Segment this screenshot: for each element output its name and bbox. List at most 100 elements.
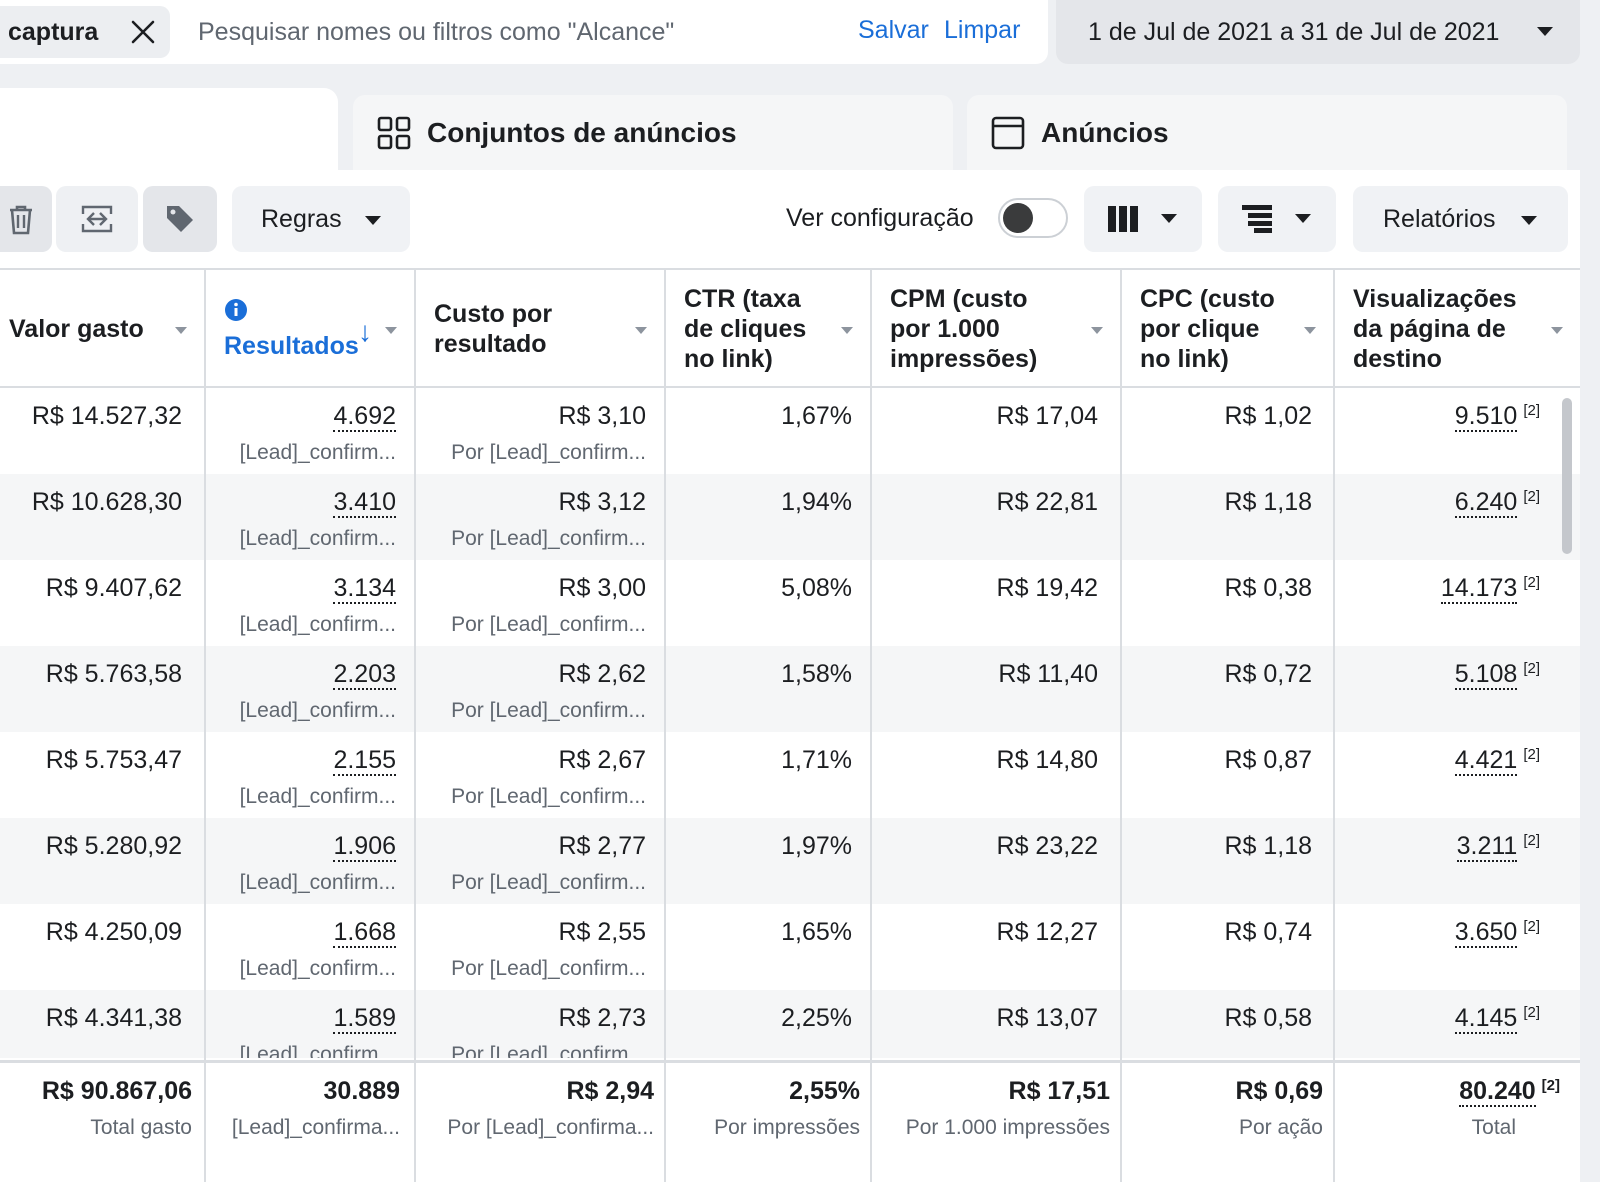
table-row[interactable]: R$ 5.763,58 2.203 [Lead]_confirm... R$ 2,62… bbox=[0, 646, 1580, 732]
tag-button[interactable] bbox=[143, 186, 217, 252]
cell-results-sublabel: [Lead]_confirm... bbox=[239, 871, 396, 894]
cell-results-value[interactable]: 1.589 bbox=[333, 1004, 396, 1034]
column-divider bbox=[1120, 1063, 1122, 1182]
cell-cost-per-result-sublabel: Por [Lead]_confirm... bbox=[451, 1043, 646, 1058]
column-header-results[interactable]: Resultados bbox=[206, 270, 416, 388]
cell-results-value[interactable]: 3.410 bbox=[333, 488, 396, 518]
cell-spent-value: R$ 14.527,32 bbox=[31, 402, 182, 430]
cell-ctr-value: 1,94% bbox=[781, 488, 852, 516]
footnote-marker: [2] bbox=[1523, 1004, 1540, 1021]
cell-spent-value: R$ 4.250,09 bbox=[45, 918, 182, 946]
cell-cpm: R$ 19,42 bbox=[997, 574, 1098, 603]
breakdown-icon bbox=[1242, 205, 1272, 233]
cell-landing-views-value[interactable]: 5.108 bbox=[1454, 660, 1518, 690]
reports-dropdown[interactable]: Relatórios bbox=[1353, 186, 1568, 252]
cell-landing-views-value[interactable]: 3.211 bbox=[1456, 832, 1518, 862]
cell-cpm: R$ 13,07 bbox=[997, 1004, 1098, 1033]
column-divider bbox=[1333, 1063, 1335, 1182]
table-row[interactable]: R$ 10.628,30 3.410 [Lead]_confirm... R$ 3,1… bbox=[0, 474, 1580, 560]
filter-chip[interactable]: captura bbox=[0, 6, 170, 58]
column-header-ctr[interactable]: CTR (taxa de cliques no link) bbox=[666, 270, 872, 388]
cell-cpc-value: R$ 0,38 bbox=[1224, 574, 1312, 602]
save-filter-button[interactable]: Salvar bbox=[858, 16, 929, 45]
cell-ctr: 1,97% bbox=[781, 832, 852, 861]
column-header-label: Resultados bbox=[224, 332, 359, 360]
cell-landing-views-value[interactable]: 9.510 bbox=[1454, 402, 1518, 432]
table-row[interactable]: R$ 4.341,38 1.589 [Lead]_confirm... R$ 2,73… bbox=[0, 990, 1580, 1058]
column-divider bbox=[414, 268, 416, 1168]
clear-filter-button[interactable]: Limpar bbox=[944, 16, 1020, 45]
tab-ads-label: Anúncios bbox=[1041, 116, 1169, 148]
chevron-down-icon bbox=[1161, 214, 1177, 223]
cell-cpc-value: R$ 0,87 bbox=[1224, 746, 1312, 774]
cell-spent-value: R$ 5.753,47 bbox=[45, 746, 182, 774]
info-icon[interactable] bbox=[224, 298, 248, 322]
total-spent-label: Total gasto bbox=[90, 1116, 192, 1139]
cell-results-value[interactable]: 1.668 bbox=[333, 918, 396, 948]
column-header-cpc[interactable]: CPC (custo por clique no link) bbox=[1122, 270, 1335, 388]
tab-adsets-label: Conjuntos de anúncios bbox=[427, 116, 737, 148]
cell-spent: R$ 4.341,38 bbox=[46, 1004, 182, 1033]
cell-cost-per-result-value: R$ 2,62 bbox=[558, 660, 646, 688]
cell-results: 1.668 [Lead]_confirm... bbox=[240, 918, 396, 981]
toggle-knob bbox=[1003, 203, 1033, 233]
date-range-picker[interactable]: 1 de Jul de 2021 a 31 de Jul de 2021 bbox=[1056, 0, 1580, 64]
table-row[interactable]: R$ 9.407,62 3.134 [Lead]_confirm... R$ 3,00… bbox=[0, 560, 1580, 646]
breakdown-button[interactable] bbox=[1218, 186, 1336, 252]
sort-descending-icon: ↓ bbox=[358, 316, 372, 347]
columns-button[interactable] bbox=[1084, 186, 1202, 252]
cell-spent: R$ 5.280,92 bbox=[46, 832, 182, 861]
table-row[interactable]: R$ 4.250,09 1.668 [Lead]_confirm... R$ 2,55… bbox=[0, 904, 1580, 990]
cell-cost-per-result: R$ 2,73 Por [Lead]_confirm... bbox=[451, 1004, 646, 1058]
delete-button[interactable] bbox=[0, 186, 52, 252]
table-row[interactable]: R$ 5.280,92 1.906 [Lead]_confirm... R$ 2,77… bbox=[0, 818, 1580, 904]
chevron-down-icon bbox=[1304, 327, 1316, 334]
cell-cpc: R$ 1,18 bbox=[1224, 488, 1312, 517]
cell-landing-views-value[interactable]: 4.421 bbox=[1454, 746, 1518, 776]
total-cpm-value: R$ 17,51 bbox=[1008, 1077, 1110, 1105]
duplicate-button[interactable] bbox=[56, 186, 138, 252]
footnote-marker: [2] bbox=[1523, 660, 1540, 677]
chevron-down-icon bbox=[175, 327, 187, 334]
cell-landing-views-value[interactable]: 6.240 bbox=[1454, 488, 1518, 518]
tab-ads[interactable]: Anúncios bbox=[967, 95, 1567, 170]
table-row[interactable]: R$ 14.527,32 4.692 [Lead]_confirm... R$ 3,1… bbox=[0, 388, 1580, 474]
cell-landing-views: 3.211 [2] bbox=[1456, 832, 1540, 862]
cell-landing-views-value[interactable]: 14.173 bbox=[1440, 574, 1518, 604]
search-bar: captura Salvar Limpar bbox=[0, 0, 1048, 64]
cell-results-value[interactable]: 4.692 bbox=[333, 402, 396, 432]
tab-adsets[interactable]: Conjuntos de anúncios bbox=[353, 95, 953, 170]
cell-results-value[interactable]: 1.906 bbox=[333, 832, 396, 862]
cell-ctr-value: 1,67% bbox=[781, 402, 852, 430]
column-header-spent[interactable]: Valor gasto bbox=[0, 270, 206, 388]
table-row[interactable]: R$ 5.753,47 2.155 [Lead]_confirm... R$ 2,67… bbox=[0, 732, 1580, 818]
cell-results-value[interactable]: 2.203 bbox=[333, 660, 396, 690]
chevron-down-icon bbox=[1537, 27, 1553, 36]
cell-landing-views-value[interactable]: 4.145 bbox=[1454, 1004, 1518, 1034]
total-cpr-value: R$ 2,94 bbox=[566, 1077, 654, 1105]
cell-cpc-value: R$ 1,18 bbox=[1224, 488, 1312, 516]
column-header-cpm[interactable]: CPM (custo por 1.000 impressões) bbox=[872, 270, 1122, 388]
cell-results-value[interactable]: 2.155 bbox=[333, 746, 396, 776]
cell-results-value[interactable]: 3.134 bbox=[333, 574, 396, 604]
rules-dropdown[interactable]: Regras bbox=[232, 186, 410, 252]
cell-spent: R$ 5.753,47 bbox=[46, 746, 182, 775]
view-config-toggle[interactable] bbox=[998, 198, 1068, 238]
cell-landing-views-value[interactable]: 3.650 bbox=[1454, 918, 1518, 948]
cell-results-sublabel: [Lead]_confirm... bbox=[239, 785, 396, 808]
column-header-cost-per-result[interactable]: Custo por resultado bbox=[416, 270, 666, 388]
search-input[interactable] bbox=[198, 12, 818, 52]
column-header-landing-views[interactable]: Visualizações da página de destino bbox=[1335, 270, 1580, 388]
vertical-scrollbar[interactable] bbox=[1562, 398, 1572, 554]
cell-ctr: 1,67% bbox=[781, 402, 852, 431]
cell-spent: R$ 9.407,62 bbox=[46, 574, 182, 603]
total-lpv-value[interactable]: 80.240 bbox=[1459, 1077, 1536, 1107]
tab-campaigns[interactable] bbox=[0, 88, 338, 178]
cell-cpc-value: R$ 1,18 bbox=[1224, 832, 1312, 860]
total-cpc-value: R$ 0,69 bbox=[1235, 1077, 1323, 1105]
close-icon[interactable] bbox=[130, 19, 156, 45]
cell-cpm-value: R$ 11,40 bbox=[998, 660, 1098, 688]
cell-cpm-value: R$ 22,81 bbox=[996, 488, 1098, 516]
cell-cost-per-result: R$ 3,12 Por [Lead]_confirm... bbox=[451, 488, 646, 551]
ad-window-icon bbox=[991, 116, 1025, 149]
